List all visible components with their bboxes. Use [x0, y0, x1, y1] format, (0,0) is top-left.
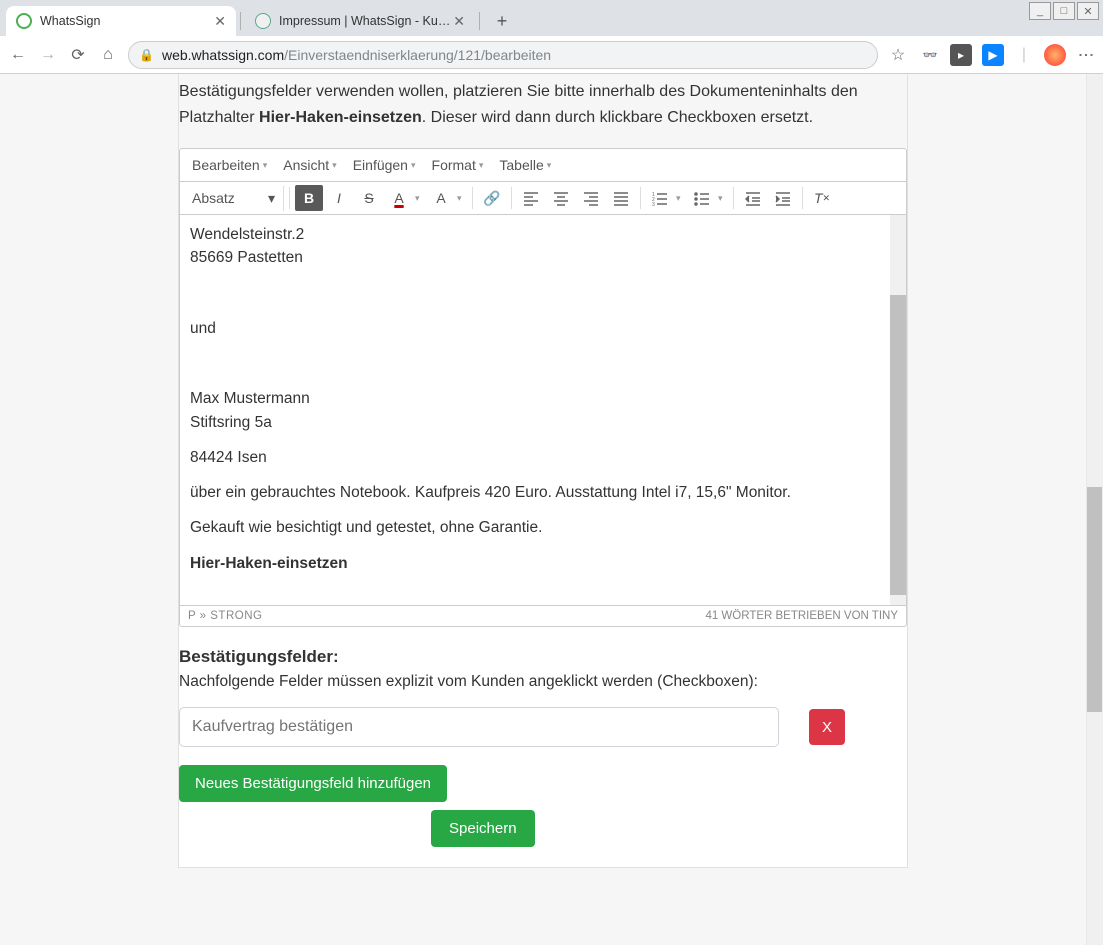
add-field-button[interactable]: Neues Bestätigungsfeld hinzufügen [179, 765, 447, 802]
align-center-button[interactable] [547, 185, 575, 211]
align-right-button[interactable] [577, 185, 605, 211]
numbered-caret[interactable]: ▾ [676, 193, 686, 204]
editor-scrollbar[interactable] [890, 215, 906, 605]
confirmation-fields-section: Bestätigungsfelder: Nachfolgende Felder … [179, 647, 907, 847]
paragraph-select[interactable]: Absatz▾ [184, 186, 284, 211]
strike-button[interactable]: S [355, 185, 383, 211]
editor-toolbar: Absatz▾ B I S A ▾ A ▾ 🔗 123 ▾ [180, 182, 906, 215]
section-description: Nachfolgende Felder müssen explizit vom … [179, 673, 907, 691]
clear-format-button[interactable]: T✕ [808, 185, 836, 211]
align-left-button[interactable] [517, 185, 545, 211]
page-scrollbar[interactable] [1086, 74, 1103, 945]
extension-glasses-icon[interactable]: 👓 [918, 44, 940, 66]
url-domain: web.whatssign.com [162, 47, 284, 63]
text-color-button[interactable]: A [385, 185, 413, 211]
italic-button[interactable]: I [325, 185, 353, 211]
new-tab-button[interactable]: + [490, 9, 514, 33]
editor-menubar: Bearbeiten▾ Ansicht▾ Einfügen▾ Format▾ T… [180, 149, 906, 182]
tab-title: WhatsSign [40, 14, 214, 28]
favicon-whatssign-icon [16, 13, 32, 29]
profile-avatar-icon[interactable] [1044, 44, 1066, 66]
editor-scroll-thumb[interactable] [890, 295, 906, 595]
browser-tab-active[interactable]: WhatsSign ✕ [6, 6, 236, 36]
browser-tab-strip: WhatsSign ✕ Impressum | WhatsSign - Kund… [0, 0, 1103, 36]
bullet-caret[interactable]: ▾ [718, 193, 728, 204]
bold-button[interactable]: B [295, 185, 323, 211]
remove-field-button[interactable]: X [809, 709, 845, 745]
editor-wordcount: 41 WÖRTER BETRIEBEN VON TINY [705, 610, 898, 622]
numbered-list-button[interactable]: 123 [646, 185, 674, 211]
editor-path[interactable]: P » STRONG [188, 610, 262, 622]
menu-view[interactable]: Ansicht▾ [275, 151, 344, 179]
save-button[interactable]: Speichern [431, 810, 535, 847]
editor-statusbar: P » STRONG 41 WÖRTER BETRIEBEN VON TINY [180, 605, 906, 626]
forward-button[interactable]: → [38, 46, 58, 64]
page-viewport: Bestätigungsfelder verwenden wollen, pla… [0, 74, 1103, 945]
browser-toolbar: ← → ⟳ ⌂ 🔒 web.whatssign.com/Einverstaend… [0, 36, 1103, 74]
page-scroll-area[interactable]: Bestätigungsfelder verwenden wollen, pla… [0, 74, 1086, 945]
tab-close-icon[interactable]: ✕ [214, 13, 226, 30]
tab-close-icon[interactable]: ✕ [453, 13, 465, 30]
intro-text: Bestätigungsfelder verwenden wollen, pla… [179, 74, 907, 140]
bg-color-button[interactable]: A [427, 185, 455, 211]
favicon-doc-icon [255, 13, 271, 29]
main-content: Bestätigungsfelder verwenden wollen, pla… [178, 74, 908, 868]
outdent-button[interactable] [739, 185, 767, 211]
toolbar-separator: | [1014, 46, 1034, 64]
address-bar[interactable]: 🔒 web.whatssign.com/Einverstaendniserkla… [128, 41, 878, 69]
rich-text-editor: Bearbeiten▾ Ansicht▾ Einfügen▾ Format▾ T… [179, 148, 907, 627]
reload-button[interactable]: ⟳ [68, 45, 88, 65]
link-button[interactable]: 🔗 [478, 185, 506, 211]
extension-3-icon[interactable]: ▶ [982, 44, 1004, 66]
align-justify-button[interactable] [607, 185, 635, 211]
tab-separator [479, 12, 480, 30]
confirmation-field-input[interactable] [179, 707, 779, 747]
tab-separator [240, 12, 241, 30]
menu-insert[interactable]: Einfügen▾ [345, 151, 424, 179]
browser-menu-icon[interactable]: ⋮ [1076, 47, 1095, 63]
editor-content[interactable]: Wendelsteinstr.2 85669 Pastetten und Max… [180, 215, 906, 605]
bullet-list-button[interactable] [688, 185, 716, 211]
lock-icon: 🔒 [139, 48, 154, 62]
window-close[interactable]: ✕ [1077, 2, 1099, 20]
window-minimize[interactable]: _ [1029, 2, 1051, 20]
bookmark-star-icon[interactable]: ☆ [888, 45, 908, 65]
extension-2-icon[interactable]: ▸ [950, 44, 972, 66]
menu-edit[interactable]: Bearbeiten▾ [184, 151, 275, 179]
window-controls: _ □ ✕ [1029, 2, 1099, 20]
text-color-caret[interactable]: ▾ [415, 193, 425, 204]
indent-button[interactable] [769, 185, 797, 211]
url-path: /Einverstaendniserklaerung/121/bearbeite… [284, 47, 551, 63]
browser-tab-inactive[interactable]: Impressum | WhatsSign - Kunden d ✕ [245, 6, 475, 36]
bg-color-caret[interactable]: ▾ [457, 193, 467, 204]
window-maximize[interactable]: □ [1053, 2, 1075, 20]
menu-format[interactable]: Format▾ [424, 151, 492, 179]
svg-text:3: 3 [652, 202, 655, 206]
section-label: Bestätigungsfelder: [179, 647, 907, 667]
tab-title: Impressum | WhatsSign - Kunden d [279, 14, 453, 28]
home-button[interactable]: ⌂ [98, 46, 118, 64]
page-scroll-thumb[interactable] [1087, 487, 1102, 712]
back-button[interactable]: ← [8, 46, 28, 64]
menu-table[interactable]: Tabelle▾ [491, 151, 559, 179]
